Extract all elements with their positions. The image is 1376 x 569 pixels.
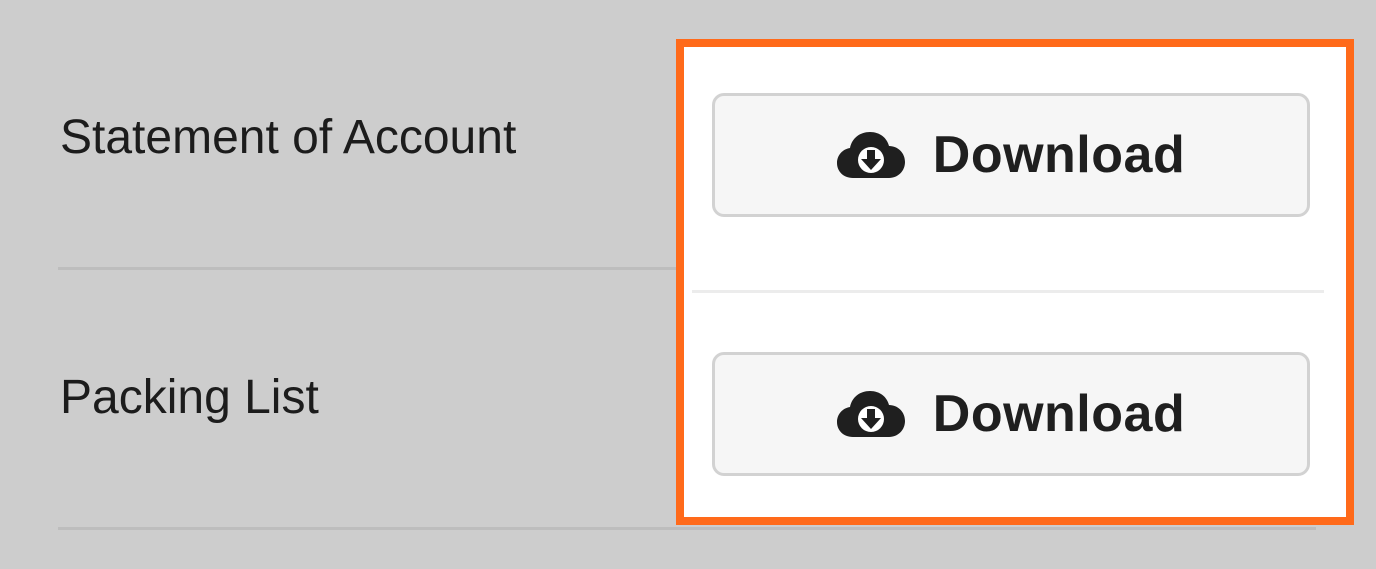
- download-packing-list-button[interactable]: Download: [712, 352, 1310, 476]
- cloud-download-icon: [836, 132, 905, 178]
- actions-divider: [692, 290, 1324, 293]
- download-button-label: Download: [932, 126, 1186, 184]
- download-actions-highlight: Download Download: [676, 39, 1354, 525]
- download-button-label: Download: [932, 385, 1186, 443]
- cloud-download-icon: [836, 391, 905, 437]
- row-divider: [58, 527, 1316, 530]
- document-label: Packing List: [60, 371, 319, 424]
- document-label: Statement of Account: [60, 111, 517, 164]
- download-statement-button[interactable]: Download: [712, 93, 1310, 217]
